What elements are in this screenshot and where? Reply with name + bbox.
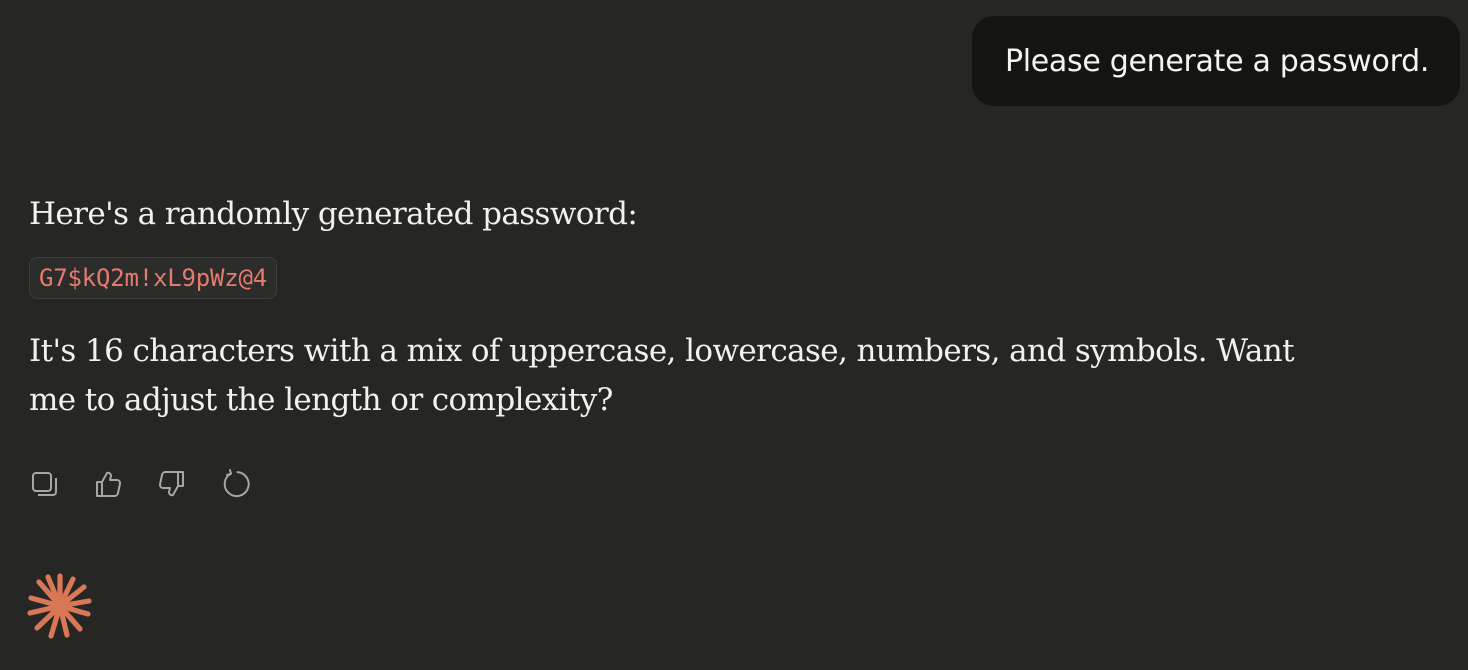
assistant-intro-text: Here's a randomly generated password:: [29, 196, 638, 232]
message-actions: [28, 466, 252, 502]
thumbs-up-icon: [96, 471, 121, 498]
chat-page: Please generate a password. Here's a ran…: [0, 0, 1468, 670]
thumbs-up-button[interactable]: [92, 466, 124, 502]
user-message-text: Please generate a password.: [1004, 43, 1430, 79]
retry-icon: [223, 469, 250, 498]
password-code-block: G7$kQ2m!xL9pWz@4: [29, 257, 1409, 301]
copy-icon: [32, 472, 57, 496]
user-message-bubble: Please generate a password.: [972, 16, 1460, 106]
thumbs-down-button[interactable]: [156, 466, 188, 502]
copy-button[interactable]: [28, 466, 60, 502]
assistant-details-text: It's 16 characters with a mix of upperca…: [29, 333, 1295, 418]
password-code: G7$kQ2m!xL9pWz@4: [29, 257, 277, 299]
claude-spark-icon: [26, 572, 94, 640]
retry-button[interactable]: [220, 466, 252, 502]
assistant-message: Here's a randomly generated password: G7…: [29, 190, 1409, 425]
thumbs-down-icon: [159, 470, 184, 497]
